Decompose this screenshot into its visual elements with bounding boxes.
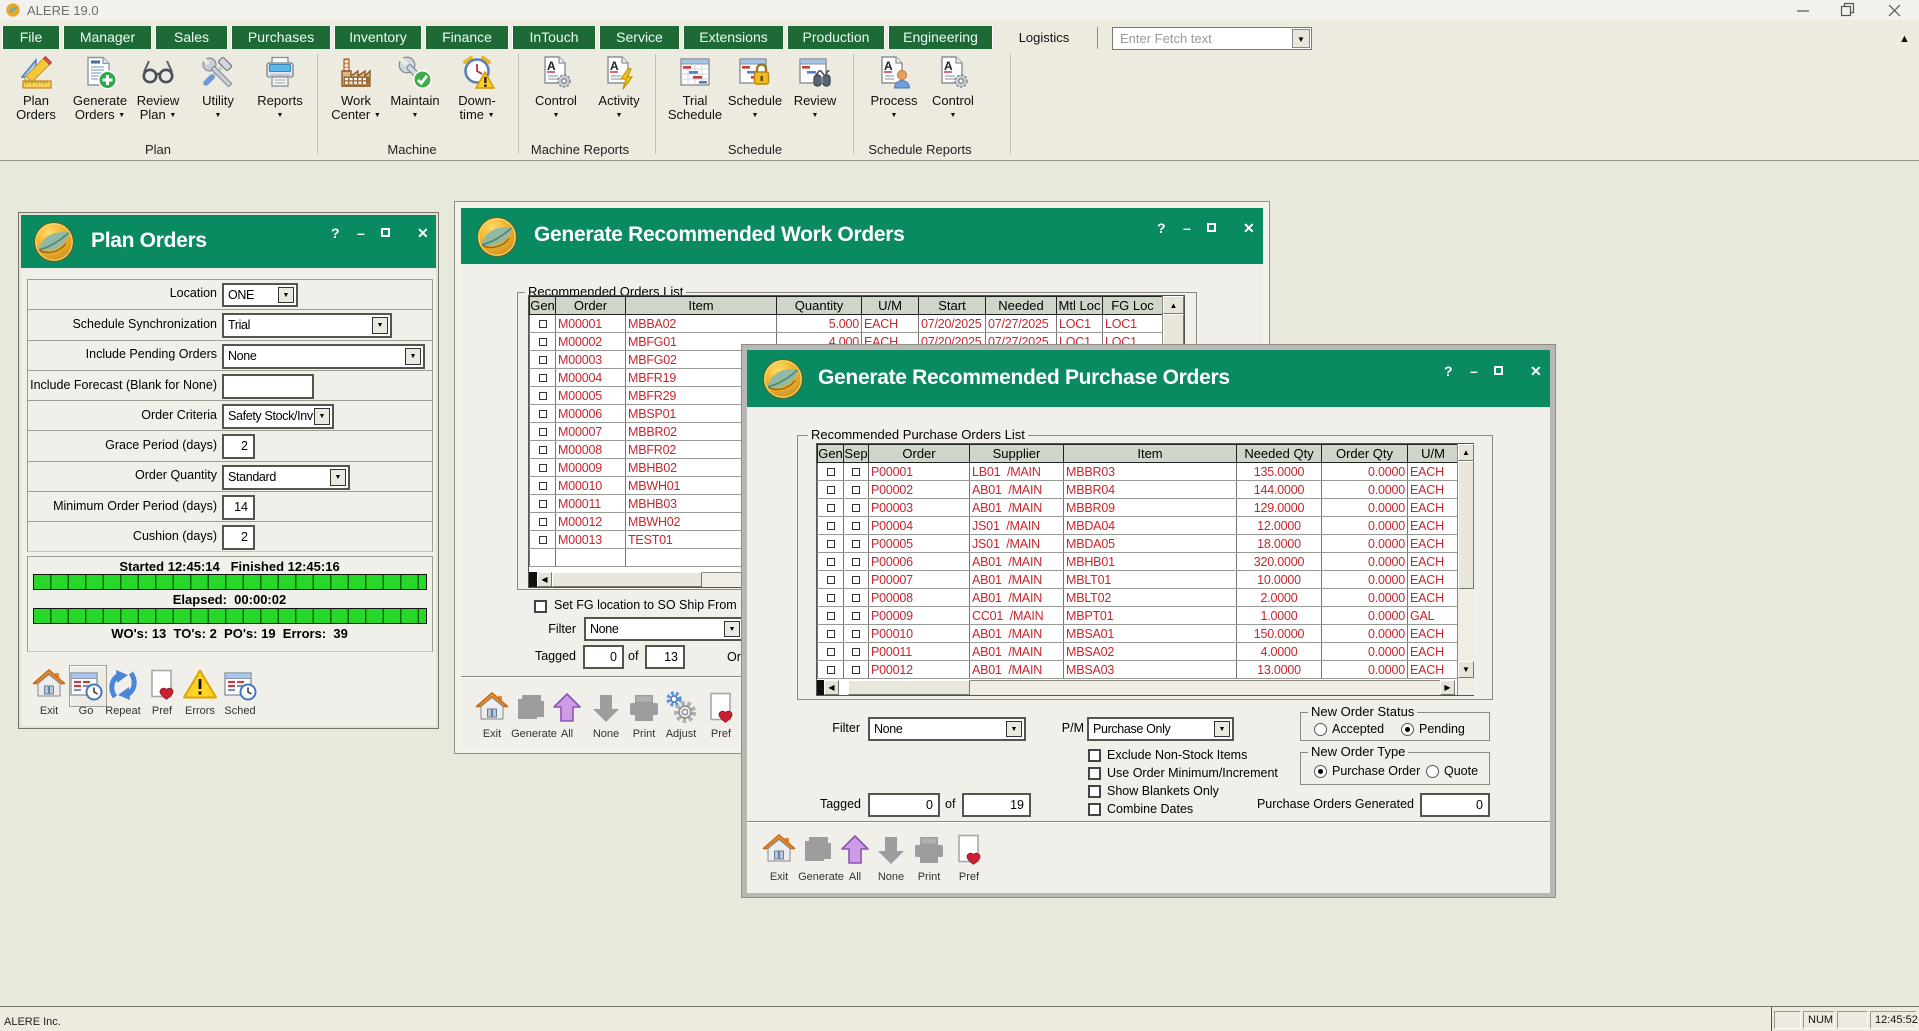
svg-text:A: A [610,59,619,73]
svg-text:A: A [884,59,893,73]
svg-text:A: A [944,59,953,73]
svg-text:A: A [547,59,556,73]
